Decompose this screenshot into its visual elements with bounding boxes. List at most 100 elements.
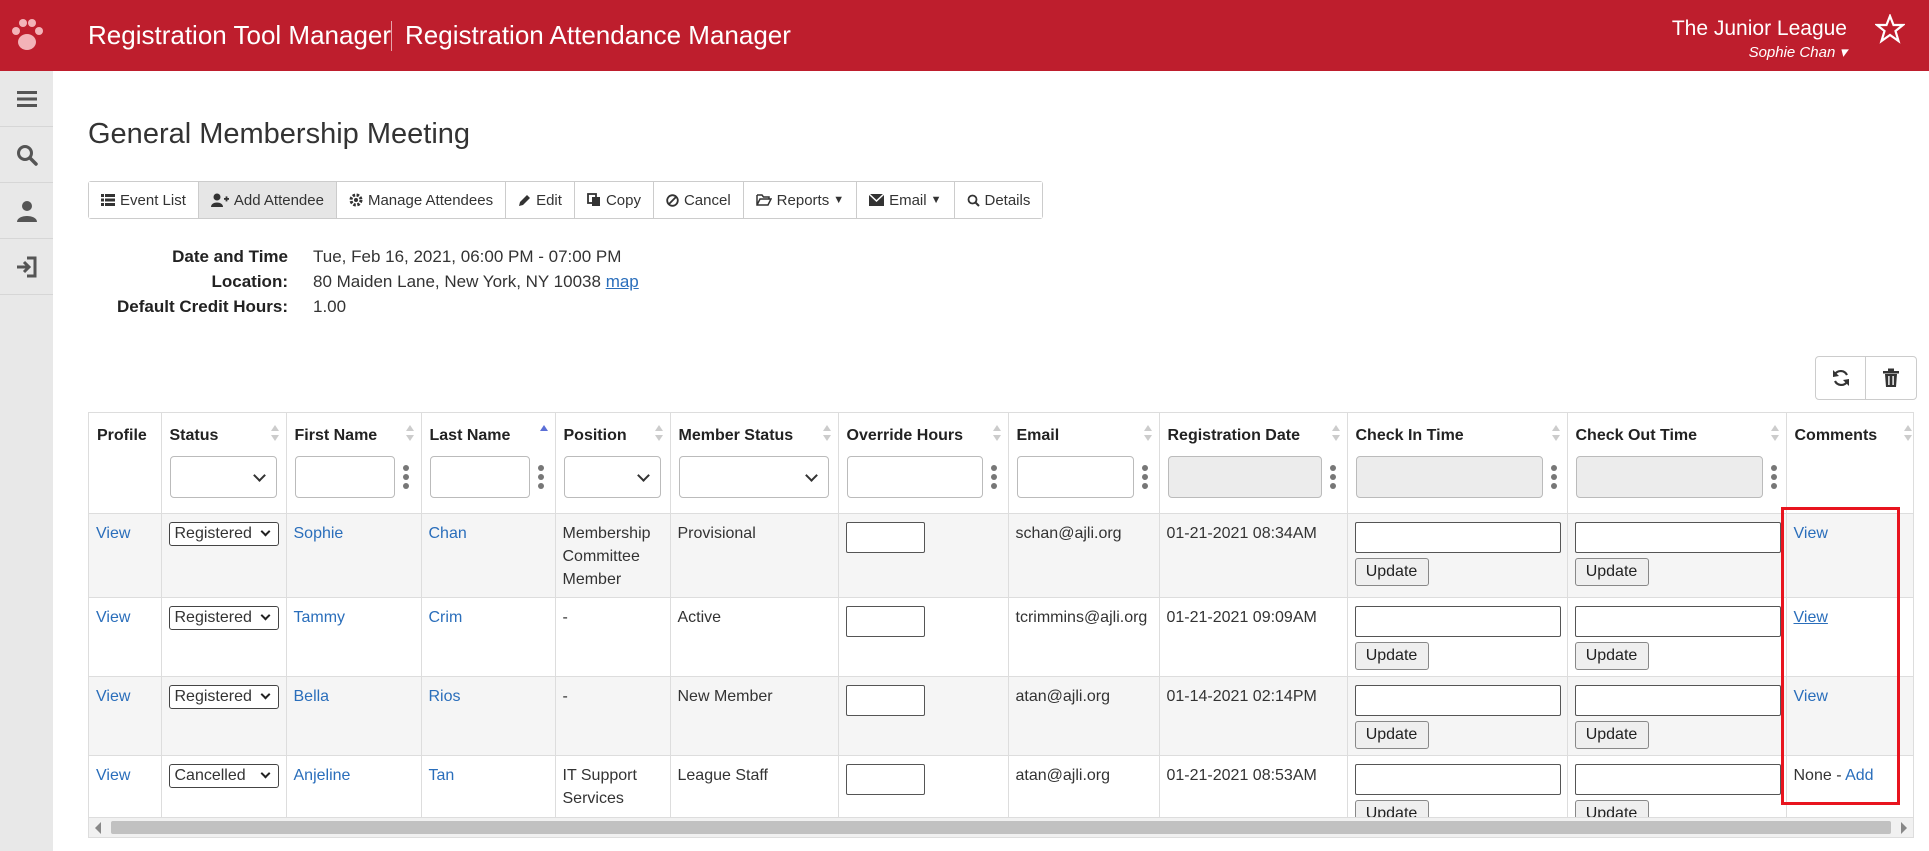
sort-icon[interactable] bbox=[1551, 423, 1561, 443]
status-select[interactable]: Registered bbox=[168, 521, 279, 546]
override-hours-filter-input[interactable] bbox=[846, 456, 983, 498]
member-status-filter-select[interactable] bbox=[678, 456, 829, 498]
override-hours-input[interactable] bbox=[845, 605, 925, 637]
sort-icon[interactable] bbox=[1903, 423, 1913, 443]
sort-icon[interactable] bbox=[992, 423, 1002, 443]
section-title[interactable]: Registration Attendance Manager bbox=[405, 20, 791, 51]
check-in-update-button[interactable]: Update bbox=[1354, 557, 1429, 586]
map-link[interactable]: map bbox=[606, 272, 639, 291]
check-in-update-button[interactable]: Update bbox=[1354, 720, 1429, 749]
col-check-out-time[interactable]: Check Out Time bbox=[1567, 413, 1787, 514]
sort-icon[interactable] bbox=[1143, 423, 1153, 443]
sort-icon[interactable] bbox=[1770, 423, 1780, 443]
sort-icon[interactable] bbox=[270, 423, 280, 443]
position-filter-select[interactable] bbox=[563, 456, 661, 498]
add-attendee-button[interactable]: Add Attendee bbox=[198, 182, 337, 218]
check-in-update-button[interactable]: Update bbox=[1354, 641, 1429, 670]
first-name-link[interactable]: Sophie bbox=[294, 525, 344, 542]
status-select[interactable]: Cancelled bbox=[168, 763, 279, 788]
sort-icon[interactable] bbox=[405, 423, 415, 443]
column-options-icon[interactable] bbox=[1770, 465, 1777, 489]
app-title[interactable]: Registration Tool Manager bbox=[88, 20, 391, 51]
status-filter-select[interactable] bbox=[169, 456, 277, 498]
check-out-update-button[interactable]: Update bbox=[1574, 799, 1649, 817]
last-name-link[interactable]: Tan bbox=[429, 767, 455, 784]
status-select[interactable]: Registered bbox=[168, 684, 279, 709]
column-options-icon[interactable] bbox=[1329, 465, 1336, 489]
col-status[interactable]: Status bbox=[161, 413, 287, 514]
col-position[interactable]: Position bbox=[555, 413, 671, 514]
check-out-input[interactable] bbox=[1574, 521, 1781, 553]
first-name-link[interactable]: Bella bbox=[294, 688, 330, 705]
check-out-update-button[interactable]: Update bbox=[1574, 720, 1649, 749]
refresh-button[interactable] bbox=[1816, 357, 1866, 399]
manage-attendees-button[interactable]: Manage Attendees bbox=[336, 182, 507, 218]
column-options-icon[interactable] bbox=[990, 465, 997, 489]
comments-view-link[interactable]: View bbox=[1794, 688, 1828, 705]
column-options-icon[interactable] bbox=[1141, 465, 1148, 489]
registration-date-filter-input[interactable] bbox=[1167, 456, 1322, 498]
check-in-update-button[interactable]: Update bbox=[1354, 799, 1429, 817]
check-in-input[interactable] bbox=[1354, 605, 1561, 637]
star-icon[interactable] bbox=[1875, 14, 1905, 44]
last-name-link[interactable]: Chan bbox=[429, 525, 467, 542]
sidebar-user-button[interactable] bbox=[0, 183, 53, 239]
last-name-link[interactable]: Rios bbox=[429, 688, 461, 705]
profile-view-link[interactable]: View bbox=[96, 688, 130, 705]
col-registration-date[interactable]: Registration Date bbox=[1159, 413, 1348, 514]
sidebar-search-button[interactable] bbox=[0, 127, 53, 183]
check-in-input[interactable] bbox=[1354, 521, 1561, 553]
profile-view-link[interactable]: View bbox=[96, 767, 130, 784]
copy-button[interactable]: Copy bbox=[574, 182, 654, 218]
sidebar-sign-in-button[interactable] bbox=[0, 239, 53, 295]
scroll-left-arrow-icon[interactable] bbox=[95, 822, 101, 834]
override-hours-input[interactable] bbox=[845, 521, 925, 553]
check-out-filter-input[interactable] bbox=[1575, 456, 1763, 498]
status-select[interactable]: Registered bbox=[168, 605, 279, 630]
check-in-input[interactable] bbox=[1354, 684, 1561, 716]
check-in-filter-input[interactable] bbox=[1355, 456, 1543, 498]
paw-logo-icon[interactable] bbox=[10, 16, 44, 54]
col-last-name[interactable]: Last Name bbox=[421, 413, 556, 514]
profile-view-link[interactable]: View bbox=[96, 609, 130, 626]
sort-asc-icon[interactable] bbox=[539, 423, 549, 443]
comments-view-link[interactable]: View bbox=[1794, 609, 1828, 626]
delete-button[interactable] bbox=[1866, 357, 1916, 399]
col-member-status[interactable]: Member Status bbox=[670, 413, 839, 514]
col-first-name[interactable]: First Name bbox=[286, 413, 422, 514]
column-options-icon[interactable] bbox=[402, 465, 409, 489]
check-out-update-button[interactable]: Update bbox=[1574, 641, 1649, 670]
col-comments[interactable]: Comments bbox=[1786, 413, 1913, 514]
event-list-button[interactable]: Event List bbox=[89, 182, 199, 218]
last-name-filter-input[interactable] bbox=[429, 456, 530, 498]
column-options-icon[interactable] bbox=[537, 465, 544, 489]
user-menu[interactable]: Sophie Chan ▾ bbox=[1749, 43, 1847, 61]
sidebar-menu-button[interactable] bbox=[0, 71, 53, 127]
first-name-filter-input[interactable] bbox=[294, 456, 395, 498]
profile-view-link[interactable]: View bbox=[96, 525, 130, 542]
email-filter-input[interactable] bbox=[1016, 456, 1134, 498]
email-dropdown[interactable]: Email ▼ bbox=[857, 182, 955, 218]
sort-icon[interactable] bbox=[822, 423, 832, 443]
comments-view-link[interactable]: View bbox=[1794, 525, 1828, 542]
check-out-input[interactable] bbox=[1574, 684, 1781, 716]
reports-dropdown[interactable]: Reports ▼ bbox=[743, 182, 858, 218]
details-button[interactable]: Details bbox=[954, 182, 1043, 218]
sort-icon[interactable] bbox=[654, 423, 664, 443]
last-name-link[interactable]: Crim bbox=[429, 609, 463, 626]
scrollbar-thumb[interactable] bbox=[111, 821, 1891, 834]
scroll-right-arrow-icon[interactable] bbox=[1901, 822, 1907, 834]
check-out-update-button[interactable]: Update bbox=[1574, 557, 1649, 586]
cancel-button[interactable]: Cancel bbox=[653, 182, 744, 218]
col-override-hours[interactable]: Override Hours bbox=[838, 413, 1009, 514]
col-email[interactable]: Email bbox=[1008, 413, 1160, 514]
col-check-in-time[interactable]: Check In Time bbox=[1347, 413, 1568, 514]
sort-icon[interactable] bbox=[1331, 423, 1341, 443]
first-name-link[interactable]: Tammy bbox=[294, 609, 346, 626]
edit-button[interactable]: Edit bbox=[506, 182, 575, 218]
check-out-input[interactable] bbox=[1574, 763, 1781, 795]
check-out-input[interactable] bbox=[1574, 605, 1781, 637]
horizontal-scrollbar[interactable] bbox=[88, 818, 1914, 838]
comments-add-link[interactable]: Add bbox=[1845, 767, 1873, 784]
first-name-link[interactable]: Anjeline bbox=[294, 767, 351, 784]
